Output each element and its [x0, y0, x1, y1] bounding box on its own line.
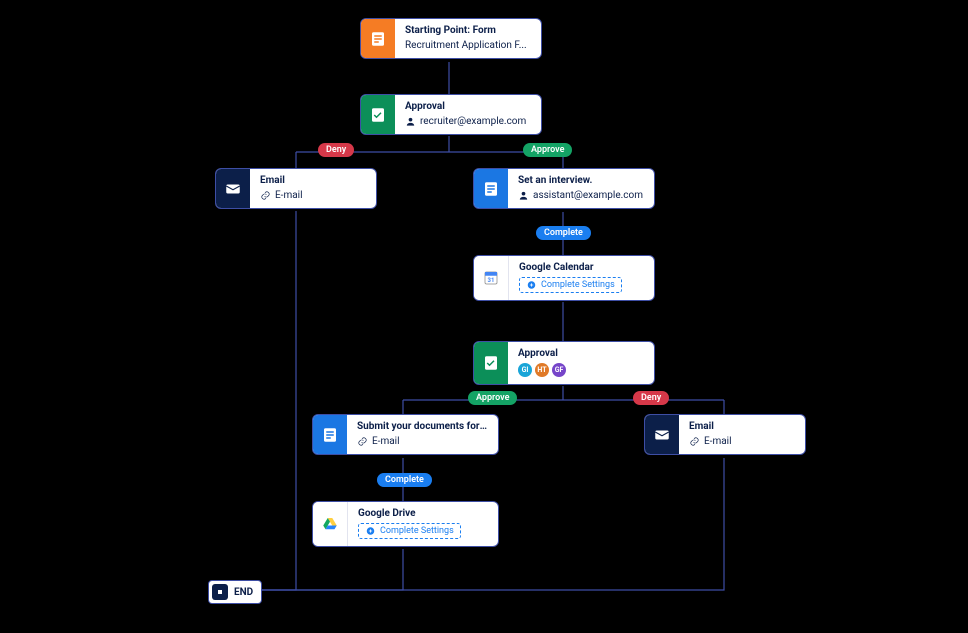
- node-title: Set an interview.: [518, 175, 644, 186]
- node-subtitle: assistant@example.com: [518, 190, 644, 201]
- node-title: Approval: [518, 348, 644, 359]
- node-subtitle: E-mail: [260, 190, 366, 201]
- google-calendar-icon: 31: [474, 256, 509, 300]
- node-title: Email: [689, 421, 795, 432]
- approval-icon: [474, 342, 508, 384]
- pill-deny: Deny: [633, 391, 669, 405]
- node-google-calendar[interactable]: 31 Google Calendar Complete Settings: [473, 255, 655, 301]
- node-title: Email: [260, 175, 366, 186]
- node-subtitle: recruiter@example.com: [405, 116, 531, 127]
- node-email-deny-2[interactable]: Email E-mail: [644, 414, 806, 455]
- person-icon: [405, 116, 416, 127]
- avatar: HT: [535, 363, 549, 377]
- google-drive-icon: [313, 502, 348, 546]
- email-icon: [645, 415, 679, 454]
- end-label: END: [234, 587, 253, 598]
- avatar: GI: [518, 363, 532, 377]
- plus-circle-icon: [526, 280, 537, 290]
- approver-avatars: GI HT GF: [518, 363, 644, 377]
- avatar: GF: [552, 363, 566, 377]
- approval-icon: [361, 95, 395, 134]
- node-title: Starting Point: Form: [405, 25, 531, 36]
- plus-circle-icon: [365, 526, 376, 536]
- workflow-canvas[interactable]: Starting Point: Form Recruitment Applica…: [0, 0, 968, 633]
- node-subtitle: E-mail: [357, 436, 488, 447]
- node-approval-2[interactable]: Approval GI HT GF: [473, 341, 655, 385]
- node-title: Approval: [405, 101, 531, 112]
- complete-settings-button[interactable]: Complete Settings: [519, 277, 644, 293]
- node-start-form[interactable]: Starting Point: Form Recruitment Applica…: [360, 18, 542, 59]
- node-email-deny-1[interactable]: Email E-mail: [215, 168, 377, 209]
- node-title: Google Calendar: [519, 262, 644, 273]
- pill-complete: Complete: [536, 226, 591, 240]
- pill-complete: Complete: [377, 473, 432, 487]
- svg-text:31: 31: [488, 277, 495, 284]
- task-icon: [313, 415, 347, 454]
- end-icon: [212, 584, 228, 600]
- node-subtitle: E-mail: [689, 436, 795, 447]
- node-approval-1[interactable]: Approval recruiter@example.com: [360, 94, 542, 135]
- pill-deny: Deny: [318, 143, 354, 157]
- node-end[interactable]: END: [208, 580, 262, 604]
- link-icon: [357, 436, 368, 447]
- node-google-drive[interactable]: Google Drive Complete Settings: [312, 501, 499, 547]
- node-title: Submit your documents for o...: [357, 421, 488, 432]
- person-icon: [518, 190, 529, 201]
- node-subtitle: Recruitment Application F...: [405, 40, 531, 51]
- link-icon: [689, 436, 700, 447]
- link-icon: [260, 190, 271, 201]
- node-submit-documents[interactable]: Submit your documents for o... E-mail: [312, 414, 499, 455]
- node-title: Google Drive: [358, 508, 488, 519]
- pill-approve: Approve: [523, 143, 572, 157]
- email-icon: [216, 169, 250, 208]
- node-set-interview[interactable]: Set an interview. assistant@example.com: [473, 168, 655, 209]
- form-icon: [361, 19, 395, 58]
- pill-approve: Approve: [468, 391, 517, 405]
- task-icon: [474, 169, 508, 208]
- complete-settings-button[interactable]: Complete Settings: [358, 523, 488, 539]
